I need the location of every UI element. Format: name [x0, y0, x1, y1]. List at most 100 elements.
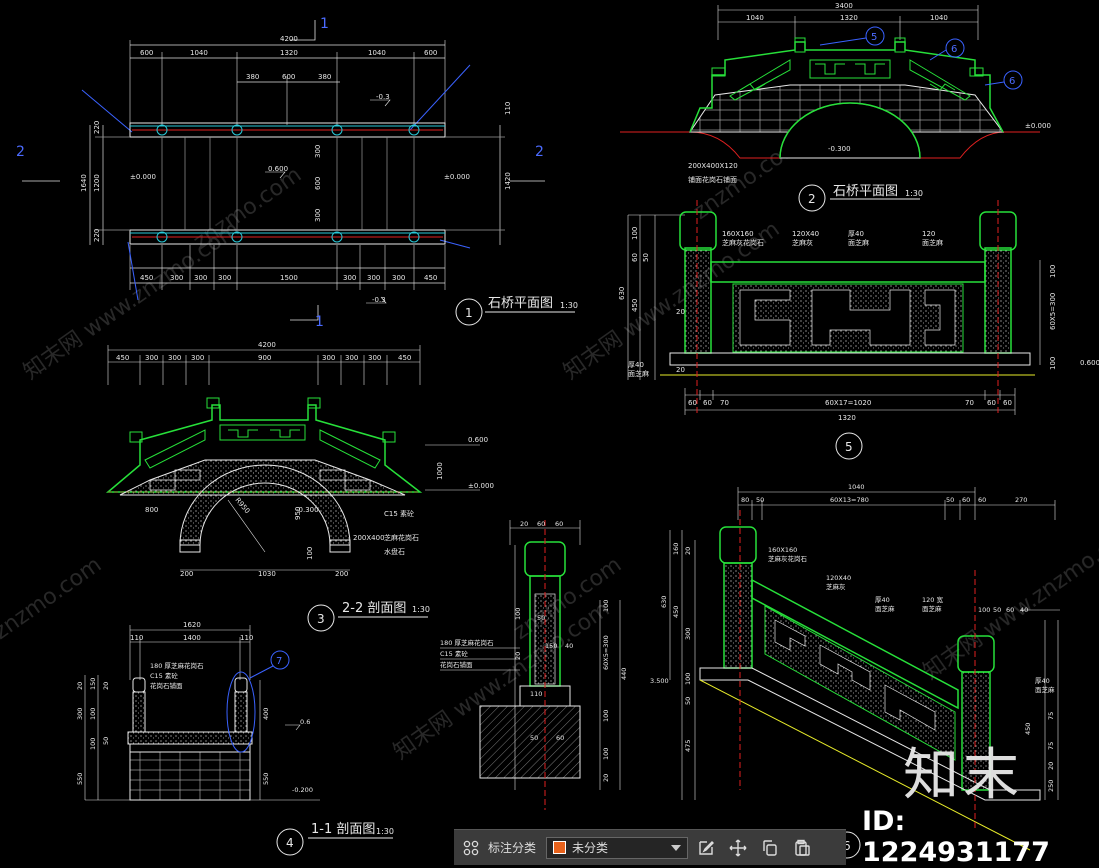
- copy-icon: [763, 839, 777, 856]
- svg-text:100: 100: [602, 600, 610, 612]
- edit-button[interactable]: [692, 834, 720, 862]
- svg-text:120: 120: [922, 230, 935, 238]
- svg-text:60X5=300: 60X5=300: [602, 635, 610, 670]
- svg-text:120X40: 120X40: [826, 574, 851, 582]
- svg-text:0.600: 0.600: [468, 436, 488, 444]
- svg-text:1:30: 1:30: [412, 605, 430, 614]
- svg-text:水盘石: 水盘石: [384, 547, 405, 556]
- svg-text:20: 20: [684, 547, 692, 555]
- svg-text:160X160: 160X160: [768, 546, 797, 554]
- svg-text:475: 475: [684, 740, 692, 752]
- svg-text:1620: 1620: [183, 621, 201, 629]
- svg-text:厚40: 厚40: [1035, 677, 1050, 685]
- svg-text:250: 250: [1047, 780, 1055, 792]
- svg-text:面芝麻: 面芝麻: [875, 604, 895, 613]
- svg-text:100: 100: [306, 547, 314, 560]
- svg-text:50: 50: [756, 496, 764, 504]
- svg-text:100: 100: [1049, 357, 1057, 370]
- svg-text:60X13=780: 60X13=780: [830, 496, 869, 504]
- svg-text:3.500: 3.500: [650, 677, 669, 685]
- svg-text:120 宽: 120 宽: [922, 595, 943, 604]
- svg-text:6: 6: [951, 44, 957, 55]
- svg-text:芝麻灰花岗石: 芝麻灰花岗石: [722, 238, 764, 247]
- svg-text:550: 550: [76, 773, 84, 785]
- grid-icon[interactable]: [460, 837, 482, 859]
- svg-text:60: 60: [1003, 399, 1012, 407]
- svg-text:450: 450: [116, 354, 129, 362]
- svg-text:0.6: 0.6: [300, 718, 310, 726]
- svg-text:380: 380: [246, 73, 259, 81]
- svg-text:C15 素砼: C15 素砼: [440, 649, 468, 658]
- svg-text:花岗石铺面: 花岗石铺面: [440, 660, 473, 669]
- svg-text:100: 100: [631, 227, 639, 240]
- move-button[interactable]: [724, 834, 752, 862]
- svg-text:±0.000: ±0.000: [444, 173, 470, 181]
- watermark-logo: 知末: [903, 743, 1023, 808]
- svg-text:50: 50: [993, 606, 1001, 614]
- svg-text:180 厚芝麻花岗石: 180 厚芝麻花岗石: [150, 661, 204, 670]
- svg-text:1:30: 1:30: [905, 189, 923, 198]
- svg-text:150: 150: [89, 678, 97, 690]
- svg-text:2: 2: [808, 192, 816, 206]
- svg-text:50: 50: [102, 737, 110, 745]
- view-1-title: 石桥平面图: [488, 296, 553, 311]
- category-select[interactable]: 未分类: [546, 836, 689, 859]
- svg-text:20: 20: [676, 308, 685, 316]
- svg-text:300: 300: [367, 274, 380, 282]
- svg-text:450: 450: [631, 299, 639, 312]
- svg-text:450: 450: [140, 274, 153, 282]
- svg-text:铺面花岗石铺面: 铺面花岗石铺面: [688, 175, 737, 184]
- svg-text:110: 110: [240, 634, 253, 642]
- svg-text:75: 75: [1047, 742, 1055, 750]
- svg-text:面芝麻: 面芝麻: [922, 604, 942, 613]
- svg-text:600: 600: [314, 177, 322, 190]
- svg-text:面芝麻: 面芝麻: [922, 238, 943, 247]
- svg-text:300: 300: [322, 354, 335, 362]
- svg-text:-0.200: -0.200: [292, 786, 313, 794]
- svg-text:60: 60: [978, 496, 986, 504]
- svg-text:芝麻灰: 芝麻灰: [792, 238, 813, 247]
- svg-text:300: 300: [191, 354, 204, 362]
- svg-text:面芝麻: 面芝麻: [1035, 685, 1055, 694]
- svg-text:400: 400: [262, 708, 270, 720]
- svg-text:300: 300: [76, 708, 84, 720]
- svg-text:900: 900: [258, 354, 271, 362]
- svg-text:600: 600: [424, 49, 437, 57]
- svg-text:1640: 1640: [80, 174, 88, 192]
- svg-text:20: 20: [76, 682, 84, 690]
- svg-text:1420: 1420: [504, 172, 512, 190]
- annotation-toolbar: 标注分类 未分类: [454, 829, 846, 865]
- edit-icon: [699, 840, 715, 855]
- svg-text:1030: 1030: [258, 570, 276, 578]
- svg-text:50: 50: [946, 496, 954, 504]
- svg-text:800: 800: [145, 506, 158, 514]
- svg-text:100: 100: [514, 608, 522, 620]
- svg-text:630: 630: [618, 287, 626, 300]
- svg-text:150: 150: [545, 642, 557, 650]
- svg-text:220: 220: [93, 121, 101, 134]
- svg-text:厚40: 厚40: [628, 361, 644, 369]
- move-icon: [729, 839, 747, 856]
- svg-text:75: 75: [1047, 712, 1055, 720]
- svg-text:1:30: 1:30: [376, 827, 394, 836]
- svg-text:300: 300: [218, 274, 231, 282]
- svg-text:20: 20: [602, 774, 610, 782]
- svg-text:1040: 1040: [746, 14, 764, 22]
- paste-button[interactable]: [788, 834, 816, 862]
- svg-text:4: 4: [286, 836, 294, 850]
- svg-text:110: 110: [130, 634, 143, 642]
- svg-text:60: 60: [556, 734, 564, 742]
- svg-text:200: 200: [335, 570, 348, 578]
- svg-text:100: 100: [602, 710, 610, 722]
- copy-button[interactable]: [756, 834, 784, 862]
- category-color-swatch: [553, 841, 567, 854]
- svg-text:±0.000: ±0.000: [130, 173, 156, 181]
- svg-text:50: 50: [642, 253, 650, 262]
- svg-text:1000: 1000: [436, 462, 444, 480]
- view-4-title: 1-1 剖面图: [311, 822, 375, 837]
- svg-text:60: 60: [962, 496, 970, 504]
- category-value: 未分类: [572, 841, 609, 855]
- svg-text:±0.000: ±0.000: [1025, 122, 1051, 130]
- svg-text:C15 素砼: C15 素砼: [384, 509, 414, 518]
- svg-text:50: 50: [530, 734, 538, 742]
